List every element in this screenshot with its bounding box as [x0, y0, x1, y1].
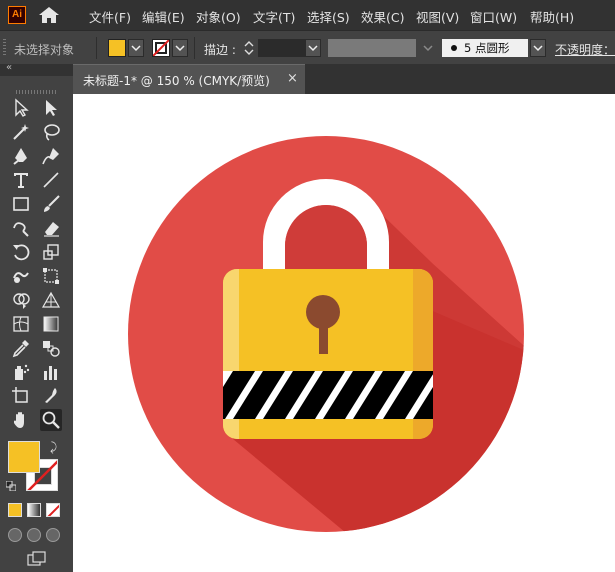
line-segment-tool-icon[interactable] [40, 169, 62, 191]
warp-tool-icon[interactable] [10, 265, 32, 287]
artboard-tool-icon[interactable] [10, 385, 32, 407]
round-brush-icon [451, 45, 457, 51]
document-tab-bar: 未标题-1* @ 150 % (CMYK/预览) × [73, 64, 615, 94]
type-tool-icon[interactable] [10, 169, 32, 191]
control-bar-grip[interactable] [3, 39, 6, 57]
selection-tool-icon[interactable] [10, 97, 32, 119]
stroke-dropdown[interactable] [172, 39, 188, 57]
menu-type[interactable]: 文字(T) [253, 7, 295, 26]
chevron-down-icon [533, 45, 543, 52]
chevron-down-icon [308, 45, 318, 52]
close-icon[interactable]: × [287, 71, 298, 86]
scale-tool-icon[interactable] [40, 241, 62, 263]
menu-window[interactable]: 窗口(W) [470, 7, 517, 26]
eyedropper-tool-icon[interactable] [10, 337, 32, 359]
selection-status: 未选择对象 [14, 43, 75, 57]
illustrator-logo-icon[interactable]: Ai [8, 6, 26, 24]
home-icon[interactable] [38, 6, 60, 24]
stroke-weight-label[interactable]: 描边 : [204, 41, 236, 58]
gradient-tool-icon[interactable] [40, 313, 62, 335]
shape-builder-tool-icon[interactable] [10, 289, 32, 311]
divider [96, 37, 97, 59]
direct-selection-tool-icon[interactable] [40, 97, 62, 119]
opacity-label[interactable]: 不透明度： [555, 41, 615, 58]
variable-width-profile-dropdown[interactable] [328, 39, 416, 57]
padlock-artwork[interactable] [73, 94, 615, 572]
document-tab[interactable]: 未标题-1* @ 150 % (CMYK/预览) × [73, 64, 305, 94]
chevron-down-icon[interactable] [421, 40, 435, 56]
rotate-tool-icon[interactable] [10, 241, 32, 263]
lasso-tool-icon[interactable] [40, 121, 62, 143]
menu-bar: Ai 文件(F) 编辑(E) 对象(O) 文字(T) 选择(S) 效果(C) 视… [0, 0, 615, 30]
column-graph-tool-icon[interactable] [40, 361, 62, 383]
stroke-color-swatch[interactable] [152, 39, 170, 57]
warning-stripes [223, 371, 433, 419]
paintbrush-tool-icon[interactable] [40, 193, 62, 215]
perspective-grid-tool-icon[interactable] [40, 289, 62, 311]
artboard-canvas[interactable] [73, 94, 615, 572]
menu-help[interactable]: 帮助(H) [530, 7, 574, 26]
screen-mode-icon[interactable] [27, 551, 47, 567]
mesh-tool-icon[interactable] [10, 313, 32, 335]
fill-color-swatch[interactable] [108, 39, 126, 57]
menu-effect[interactable]: 效果(C) [361, 7, 404, 26]
shaper-tool-icon[interactable] [10, 217, 32, 239]
free-transform-tool-icon[interactable] [40, 265, 62, 287]
gradient-mode-button[interactable] [27, 503, 41, 517]
slice-tool-icon[interactable] [40, 385, 62, 407]
chevron-down-icon [131, 45, 141, 52]
keyhole-slot [319, 319, 328, 354]
double-chevron-left-icon[interactable]: « [6, 62, 12, 73]
eraser-tool-icon[interactable] [40, 217, 62, 239]
document-tab-title: 未标题-1* @ 150 % (CMYK/预览) [83, 74, 270, 88]
zoom-tool-icon[interactable] [40, 409, 62, 431]
control-bar: 未选择对象 描边 : 5 点圆形 不透明度： [0, 30, 615, 64]
draw-inside-button[interactable] [46, 528, 60, 542]
menu-file[interactable]: 文件(F) [89, 7, 131, 26]
fill-color-swatch[interactable] [8, 441, 40, 473]
default-fill-stroke-icon[interactable] [6, 481, 16, 491]
none-mode-button[interactable] [46, 503, 60, 517]
chevron-down-icon [175, 45, 185, 52]
menu-object[interactable]: 对象(O) [196, 7, 241, 26]
menu-edit[interactable]: 编辑(E) [142, 7, 185, 26]
menu-select[interactable]: 选择(S) [307, 7, 350, 26]
draw-normal-button[interactable] [8, 528, 22, 542]
tools-panel-grip[interactable] [16, 90, 58, 94]
symbol-sprayer-tool-icon[interactable] [10, 361, 32, 383]
swap-fill-stroke-icon[interactable]: ⤸ [50, 440, 57, 455]
tools-panel-header: « [0, 62, 73, 76]
blend-tool-icon[interactable] [40, 337, 62, 359]
no-color-icon [153, 40, 169, 56]
curvature-tool-icon[interactable] [40, 145, 62, 167]
fill-dropdown[interactable] [128, 39, 144, 57]
color-mode-button[interactable] [8, 503, 22, 517]
hand-tool-icon[interactable] [10, 409, 32, 431]
stroke-weight-dropdown[interactable] [305, 39, 321, 57]
rectangle-tool-icon[interactable] [10, 193, 32, 215]
menu-view[interactable]: 视图(V) [416, 7, 459, 26]
brush-definition-dropdown[interactable]: 5 点圆形 [442, 39, 528, 57]
pen-tool-icon[interactable] [10, 145, 32, 167]
divider [194, 37, 195, 59]
brush-dropdown[interactable] [530, 39, 546, 57]
stroke-weight-stepper[interactable] [242, 39, 256, 57]
draw-behind-button[interactable] [27, 528, 41, 542]
no-color-icon [47, 504, 59, 516]
stroke-weight-input[interactable] [258, 39, 306, 57]
magic-wand-tool-icon[interactable] [10, 121, 32, 143]
